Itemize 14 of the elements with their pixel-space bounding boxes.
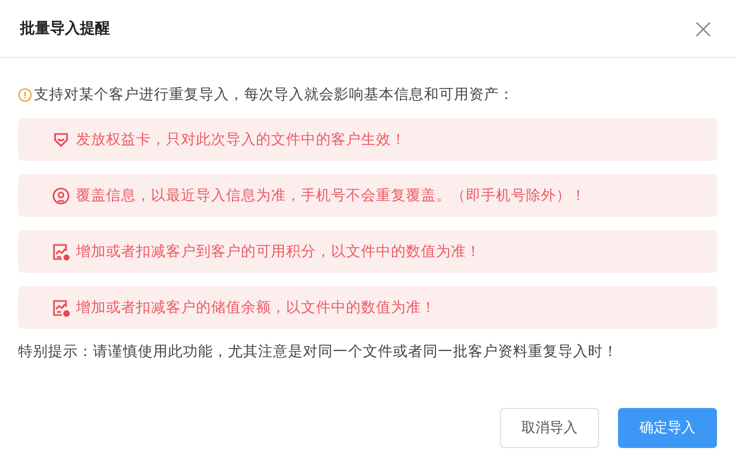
chart-icon xyxy=(52,242,70,260)
chart-icon xyxy=(52,298,70,316)
notice-text: 发放权益卡，只对此次导入的文件中的客户生效！ xyxy=(76,130,406,149)
intro-text: 支持对某个客户进行重复导入，每次导入就会影响基本信息和可用资产： xyxy=(34,86,514,104)
card-icon xyxy=(52,130,70,148)
warning-note: 特别提示：请谨慎使用此功能，尤其注意是对同一个文件或者同一批客户资料重复导入时！ xyxy=(18,342,619,361)
close-button[interactable]: × xyxy=(692,14,715,42)
confirm-button[interactable]: 确定导入 xyxy=(618,408,717,448)
cancel-button[interactable]: 取消导入 xyxy=(500,408,599,448)
notice-text: 增加或者扣减客户的储值余额，以文件中的数值为准！ xyxy=(76,298,436,317)
dialog-title: 批量导入提醒 xyxy=(20,19,110,38)
notice-text: 增加或者扣减客户到客户的可用积分，以文件中的数值为准！ xyxy=(76,242,481,261)
notice-text: 覆盖信息，以最近导入信息为准，手机号不会重复覆盖。（即手机号除外）！ xyxy=(76,186,586,205)
warning-icon xyxy=(18,88,32,102)
